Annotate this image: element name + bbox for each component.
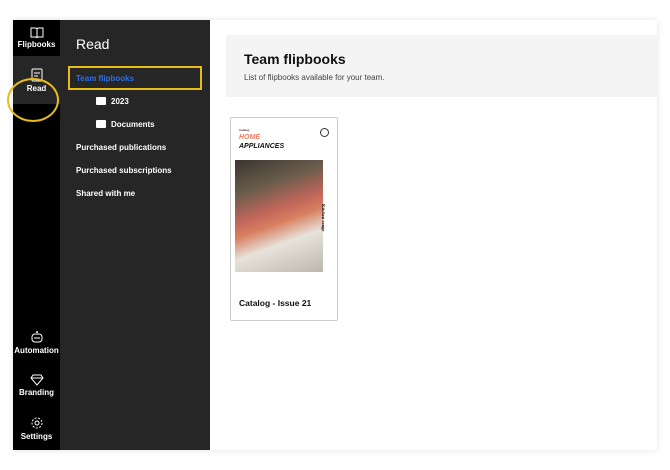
logo-icon [320, 128, 329, 137]
page-subtitle: List of flipbooks available for your tea… [244, 73, 385, 82]
robot-icon [31, 331, 42, 343]
rail-item-automation[interactable]: Automation [13, 330, 60, 355]
diamond-icon [29, 374, 44, 386]
rail-item-settings[interactable]: Settings [13, 416, 60, 441]
nav-shared-with-me[interactable]: Shared with me [76, 189, 135, 198]
flipbook-card[interactable]: Catalog HOME APPLIANCES Kitchen range Ca… [230, 117, 338, 321]
gear-icon [31, 417, 42, 429]
document-icon [31, 68, 42, 82]
page-title: Team flipbooks [244, 51, 346, 67]
book-open-icon [30, 27, 43, 38]
nav-folder-documents[interactable]: Documents [96, 120, 155, 129]
nav-folder-2023[interactable]: 2023 [96, 97, 129, 106]
flipbook-cover: Catalog HOME APPLIANCES Kitchen range [235, 124, 333, 272]
panel-title: Read [76, 36, 110, 52]
card-title: Catalog - Issue 21 [239, 298, 312, 308]
nav-purchased-publications[interactable]: Purchased publications [76, 143, 166, 152]
read-panel: Read Team flipbooks 2023 Documents Purch… [60, 20, 210, 450]
app-window: Flipbooks Read Automation Branding Setti… [7, 20, 657, 450]
rail-item-branding[interactable]: Branding [13, 374, 60, 397]
rail-item-read[interactable]: Read [13, 56, 60, 104]
cover-image [235, 160, 323, 272]
nav-purchased-subscriptions[interactable]: Purchased subscriptions [76, 166, 172, 175]
icon-rail: Flipbooks Read Automation Branding Setti… [7, 20, 60, 450]
folder-icon [96, 97, 106, 105]
page-header: Team flipbooks List of flipbooks availab… [226, 35, 657, 97]
folder-icon [96, 120, 106, 128]
nav-team-flipbooks[interactable]: Team flipbooks [68, 66, 202, 90]
